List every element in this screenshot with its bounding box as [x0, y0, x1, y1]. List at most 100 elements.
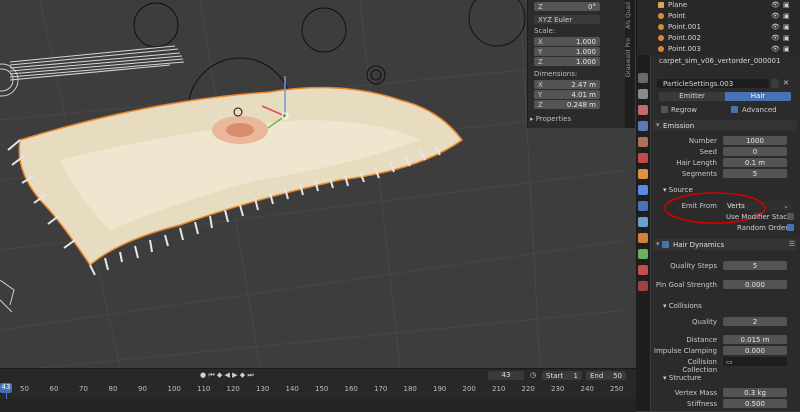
tab-quad[interactable]: Quad — [625, 2, 635, 18]
camera-icon[interactable]: ▣ — [783, 34, 790, 42]
duplicate-icon[interactable] — [771, 79, 779, 88]
hair-type-button[interactable]: Hair — [725, 92, 791, 101]
camera-icon[interactable]: ▣ — [783, 1, 790, 9]
timeline[interactable]: ● ⏮ ◆ ◀ ▶ ◆ ⏭ 43 ◷ Start 1 End 50 43 50 6… — [0, 368, 636, 412]
scale-x-field[interactable]: X 1.000 — [534, 37, 600, 46]
use-modifier-stack-checkbox[interactable] — [787, 213, 794, 220]
tab-graswald-pro[interactable]: Graswald Pro — [625, 38, 635, 77]
data-tab-icon[interactable] — [638, 249, 648, 259]
render-tab-icon[interactable] — [638, 89, 648, 99]
seed-field[interactable]: 0 — [723, 147, 787, 156]
quality-steps-field[interactable]: 5 — [723, 261, 787, 270]
collisions-subpanel-header[interactable]: ▾ Collisions — [663, 302, 702, 310]
particles-tab-icon[interactable] — [638, 201, 648, 211]
texture-tab-icon[interactable] — [638, 281, 648, 291]
outliner-row[interactable]: Point.003 👁 ▣ — [637, 44, 800, 54]
number-field[interactable]: 1000 — [723, 136, 787, 145]
light-icon — [658, 24, 664, 30]
output-tab-icon[interactable] — [638, 105, 648, 115]
jump-start-icon[interactable]: ⏮ — [208, 371, 214, 379]
dimensions-label: Dimensions: — [534, 70, 578, 78]
segments-field[interactable]: 5 — [723, 169, 787, 178]
eye-icon[interactable]: 👁 — [771, 45, 780, 53]
constraints-tab-icon[interactable] — [638, 233, 648, 243]
frame-tick-label: 110 — [197, 385, 211, 393]
frame-tick-label: 80 — [108, 385, 118, 393]
vertex-mass-field[interactable]: 0.3 kg — [723, 388, 787, 397]
chevron-down-icon: ⌄ — [783, 202, 789, 210]
hair-length-field[interactable]: 0.1 m — [723, 158, 787, 167]
jump-end-icon[interactable]: ⏭ — [247, 371, 253, 379]
outliner-row[interactable]: Point.001 👁 ▣ — [637, 22, 800, 32]
view-layer-tab-icon[interactable] — [638, 121, 648, 131]
rotation-z-field[interactable]: Z 0° — [534, 2, 600, 11]
frame-tick-label: 50 — [20, 385, 29, 393]
play-reverse-icon[interactable]: ◀ — [225, 371, 230, 379]
playhead-frame-badge[interactable]: 43 — [0, 383, 12, 393]
frame-tick-label: 170 — [374, 385, 388, 393]
outliner-row[interactable]: Point 👁 ▣ — [637, 11, 800, 21]
rotation-mode-dropdown[interactable]: XYZ Euler — [534, 15, 600, 24]
tab-als[interactable]: Als — [625, 20, 635, 29]
dimensions-y-field[interactable]: Y 4.01 m — [534, 90, 600, 99]
outliner: Plane 👁 ▣ Point 👁 ▣ Point.001 👁 ▣ Point.… — [636, 0, 800, 55]
frame-tick-label: 220 — [521, 385, 535, 393]
properties-subpanel-header[interactable]: ▸ Properties — [530, 115, 571, 123]
structure-subpanel-header[interactable]: ▾ Structure — [663, 374, 701, 382]
particle-settings-field[interactable]: ParticleSettings.003 — [657, 79, 769, 88]
current-frame-field[interactable]: 43 — [488, 371, 524, 380]
frame-tick-label: 210 — [492, 385, 506, 393]
eye-icon[interactable]: 👁 — [771, 34, 780, 42]
collision-distance-field[interactable]: 0.015 m — [723, 335, 787, 344]
camera-icon[interactable]: ▣ — [783, 23, 790, 31]
scale-y-field[interactable]: Y 1.000 — [534, 47, 600, 56]
regrow-checkbox[interactable] — [661, 106, 668, 113]
collision-quality-field[interactable]: 2 — [723, 317, 787, 326]
dimensions-z-field[interactable]: Z 0.248 m — [534, 100, 600, 109]
emission-panel-header[interactable]: ▾ Emission — [653, 120, 797, 131]
collision-collection-field[interactable]: ▭ — [723, 357, 787, 366]
hair-dynamics-checkbox[interactable] — [662, 241, 669, 248]
frame-tick-label: 100 — [167, 385, 181, 393]
light-icon — [658, 46, 664, 52]
camera-icon[interactable]: ▣ — [783, 12, 790, 20]
end-frame-field[interactable]: End 50 — [586, 371, 626, 380]
frame-tick-label: 60 — [49, 385, 59, 393]
prev-keyframe-icon[interactable]: ◆ — [217, 371, 222, 379]
world-tab-icon[interactable] — [638, 153, 648, 163]
hair-dynamics-panel-header[interactable]: ▾ Hair Dynamics ☰ — [653, 239, 797, 250]
play-icon[interactable]: ▶ — [232, 371, 237, 379]
outliner-row[interactable]: Point.002 👁 ▣ — [637, 33, 800, 43]
impulse-clamping-field[interactable]: 0.000 — [723, 346, 787, 355]
physics-tab-icon[interactable] — [638, 217, 648, 227]
frame-tick-label: 130 — [256, 385, 270, 393]
record-icon[interactable]: ● — [200, 371, 206, 379]
start-frame-field[interactable]: Start 1 — [542, 371, 582, 380]
eye-icon[interactable]: 👁 — [771, 1, 780, 9]
scene-tab-icon[interactable] — [638, 137, 648, 147]
random-order-checkbox[interactable] — [787, 224, 794, 231]
stiffness-field[interactable]: 0.500 — [723, 399, 787, 408]
object-tab-icon[interactable] — [638, 169, 648, 179]
material-tab-icon[interactable] — [638, 265, 648, 275]
emitter-type-button[interactable]: Emitter — [659, 92, 725, 101]
dimensions-x-field[interactable]: X 2.47 m — [534, 80, 600, 89]
outliner-row[interactable]: Plane 👁 ▣ — [637, 0, 800, 10]
tool-tab-icon[interactable] — [638, 73, 648, 83]
frame-tick-label: 180 — [403, 385, 417, 393]
clock-icon[interactable]: ◷ — [530, 371, 536, 379]
close-icon[interactable]: ✕ — [783, 79, 793, 88]
list-icon[interactable]: ☰ — [789, 240, 795, 248]
properties-editor: carpet_sim_v06_vertorder_000001 Particle… — [651, 55, 800, 411]
modifier-tab-icon[interactable] — [638, 185, 648, 195]
timeline-track-area[interactable] — [0, 399, 636, 412]
scale-z-field[interactable]: Z 1.000 — [534, 57, 600, 66]
camera-icon[interactable]: ▣ — [783, 45, 790, 53]
eye-icon[interactable]: 👁 — [771, 23, 780, 31]
frame-tick-label: 230 — [551, 385, 565, 393]
eye-icon[interactable]: 👁 — [771, 12, 780, 20]
frame-tick-label: 240 — [580, 385, 594, 393]
next-keyframe-icon[interactable]: ◆ — [240, 371, 245, 379]
pin-goal-strength-field[interactable]: 0.000 — [723, 280, 787, 289]
advanced-checkbox[interactable] — [731, 106, 738, 113]
